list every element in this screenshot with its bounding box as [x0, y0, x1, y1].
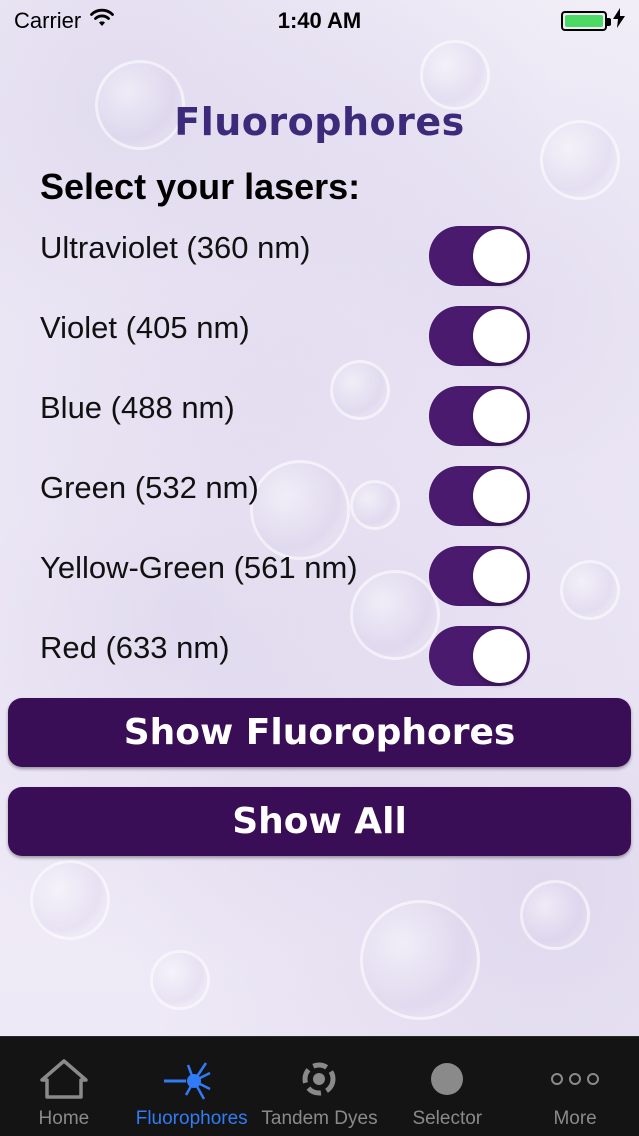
- wifi-icon: [89, 8, 115, 34]
- laser-label: Red (633 nm): [40, 630, 230, 665]
- laser-row-green: Green (532 nm): [0, 462, 639, 542]
- home-icon: [39, 1050, 89, 1108]
- bubble-decoration: [520, 880, 590, 950]
- tandem-dye-icon: [299, 1050, 339, 1108]
- carrier-label: Carrier: [14, 8, 82, 33]
- ultraviolet-toggle[interactable]: [429, 226, 530, 286]
- laser-burst-icon: [163, 1050, 220, 1108]
- bubble-decoration: [360, 900, 480, 1020]
- show-fluorophores-button[interactable]: Show Fluorophores: [8, 698, 631, 767]
- laser-row-ultraviolet: Ultraviolet (360 nm): [0, 222, 639, 302]
- toggle-knob: [473, 629, 527, 683]
- laser-row-blue: Blue (488 nm): [0, 382, 639, 462]
- bubble-decoration: [150, 950, 210, 1010]
- yellow-green-toggle[interactable]: [429, 546, 530, 606]
- tab-label: Home: [38, 1108, 90, 1129]
- tab-label: Tandem Dyes: [261, 1108, 378, 1129]
- page-title: Fluorophores: [174, 100, 465, 144]
- toggle-knob: [473, 309, 527, 363]
- status-left: Carrier: [14, 8, 115, 34]
- tab-label: Fluorophores: [135, 1108, 248, 1129]
- show-all-button[interactable]: Show All: [8, 787, 631, 856]
- green-toggle[interactable]: [429, 466, 530, 526]
- charging-bolt-icon: [613, 8, 625, 34]
- red-toggle[interactable]: [429, 626, 530, 686]
- tab-bar: Home Fluorophores Tandem Dyes Selector M…: [0, 1036, 639, 1136]
- tab-tandem-dyes[interactable]: Tandem Dyes: [256, 1037, 384, 1136]
- circle-icon: [429, 1050, 465, 1108]
- status-bar: Carrier 1:40 AM: [0, 0, 639, 42]
- more-dots-icon: [550, 1050, 600, 1108]
- laser-label: Yellow-Green (561 nm): [40, 550, 358, 585]
- tab-selector[interactable]: Selector: [383, 1037, 511, 1136]
- battery-indicator: [561, 8, 625, 34]
- laser-row-violet: Violet (405 nm): [0, 302, 639, 382]
- battery-icon: [561, 11, 611, 31]
- tab-fluorophores[interactable]: Fluorophores: [128, 1037, 256, 1136]
- tab-label: Selector: [412, 1108, 483, 1129]
- laser-row-red: Red (633 nm): [0, 622, 639, 702]
- tab-label: More: [553, 1108, 597, 1129]
- laser-label: Ultraviolet (360 nm): [40, 230, 311, 265]
- section-heading: Select your lasers:: [40, 166, 361, 207]
- laser-label: Violet (405 nm): [40, 310, 250, 345]
- toggle-knob: [473, 549, 527, 603]
- bubble-decoration: [30, 860, 110, 940]
- violet-toggle[interactable]: [429, 306, 530, 366]
- battery-tip: [607, 18, 611, 26]
- laser-list: Ultraviolet (360 nm) Violet (405 nm) Blu…: [0, 222, 639, 702]
- laser-label: Blue (488 nm): [40, 390, 235, 425]
- tab-more[interactable]: More: [511, 1037, 639, 1136]
- toggle-knob: [473, 229, 527, 283]
- laser-label: Green (532 nm): [40, 470, 259, 505]
- laser-row-yellow-green: Yellow-Green (561 nm): [0, 542, 639, 622]
- toggle-knob: [473, 389, 527, 443]
- battery-fill: [565, 15, 603, 27]
- blue-toggle[interactable]: [429, 386, 530, 446]
- tab-home[interactable]: Home: [0, 1037, 128, 1136]
- toggle-knob: [473, 469, 527, 523]
